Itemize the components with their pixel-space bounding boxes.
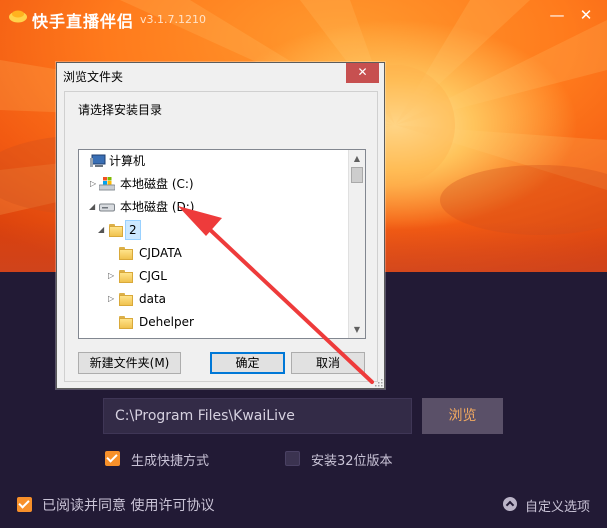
custom-options-chevron-icon[interactable] [503,497,517,511]
folder-icon [119,247,133,260]
folder-tree[interactable]: 计算机 ▷ 本地磁盘 (C:) ◢ 本地磁盘 (D:) ◢ 2 CJDATA ▷… [78,149,366,339]
tree-item-label: 计算机 [109,154,146,168]
shortcut-checkbox[interactable] [105,451,120,466]
tree-item-label: CJGL [139,269,167,283]
expand-chevron-icon[interactable]: ▷ [90,173,96,195]
folder-icon [109,224,123,237]
tree-item-label: 2 [125,220,141,240]
scroll-down-arrow-icon[interactable]: ▼ [349,321,365,338]
tree-item-label: CJDATA [139,246,182,260]
cancel-button[interactable]: 取消 [291,352,365,374]
install-32bit-checkbox[interactable] [285,451,300,466]
computer-icon [90,154,106,167]
expand-chevron-icon[interactable]: ▷ [108,265,114,287]
tree-item-label: 本地磁盘 (D:) [120,200,195,214]
folder-icon [119,270,133,283]
resize-grip-icon[interactable] [373,377,383,387]
collapse-chevron-icon[interactable]: ◢ [89,196,95,218]
scroll-thumb[interactable] [351,167,363,183]
app-title: 快手直播伴侣 [32,12,135,31]
install-path-input[interactable]: C:\Program Files\KwaiLive [103,398,412,434]
folder-icon [119,293,133,306]
kwai-logo-icon [9,10,27,23]
close-button[interactable]: ✕ [577,6,595,24]
drive-icon [99,203,115,212]
browse-button[interactable]: 浏览 [422,398,503,434]
install-32bit-label: 安装32位版本 [311,454,393,469]
folder-icon [119,316,133,329]
scroll-up-arrow-icon[interactable]: ▲ [349,150,365,167]
expand-chevron-icon[interactable]: ▷ [108,288,114,310]
agreement-label[interactable]: 已阅读并同意 使用许可协议 [42,495,214,515]
minimize-button[interactable]: — [548,6,566,24]
title-bar: 快手直播伴侣 v3.1.7.1210 — ✕ [0,0,607,34]
tree-scrollbar[interactable]: ▲ ▼ [348,150,365,338]
tree-item-label: data [139,292,167,306]
windows-drive-icon [99,177,115,191]
tree-item-label: 本地磁盘 (C:) [120,177,194,191]
collapse-chevron-icon[interactable]: ◢ [98,219,104,241]
dialog-prompt: 请选择安装目录 [78,103,163,117]
dialog-close-button[interactable]: ✕ [346,63,379,83]
browse-folder-dialog: 浏览文件夹 ✕ 请选择安装目录 计算机 ▷ 本地磁盘 (C:) ◢ 本地磁盘 (… [56,62,385,389]
ok-button[interactable]: 确定 [210,352,285,374]
custom-options-link[interactable]: 自定义选项 [525,496,590,515]
shortcut-label: 生成快捷方式 [131,454,210,469]
dialog-title: 浏览文件夹 [63,70,124,84]
tree-item-label: Dehelper [139,315,194,329]
agreement-checkbox[interactable] [17,497,32,512]
app-version: v3.1.7.1210 [140,13,206,26]
new-folder-button[interactable]: 新建文件夹(M) [78,352,181,374]
